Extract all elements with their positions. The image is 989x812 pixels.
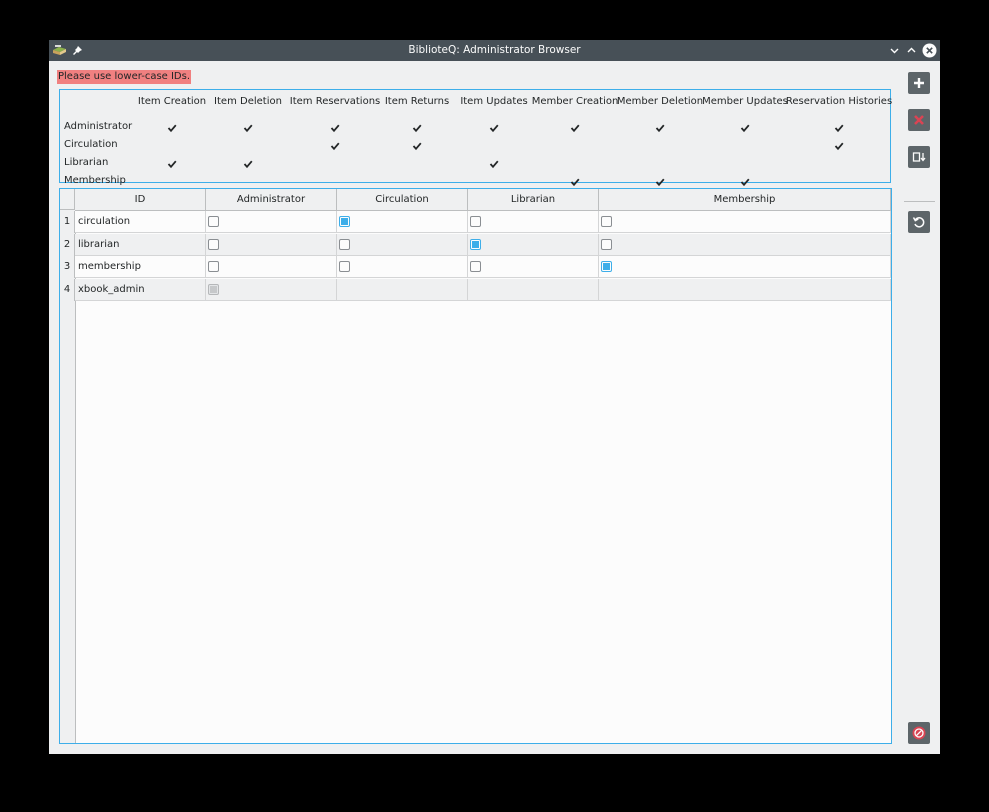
administrators-table[interactable]: ID Administrator Circulation Librarian Membe…: [59, 188, 892, 744]
save-button[interactable]: [908, 146, 930, 168]
column-header-circulation[interactable]: Circulation: [337, 189, 468, 211]
id-cell[interactable]: librarian: [75, 233, 206, 256]
checkmark-icon: [412, 142, 422, 151]
table-row[interactable]: 4 xbook_admin: [60, 278, 891, 301]
table-row[interactable]: 1 circulation: [60, 211, 891, 233]
permission-column-header: Member Deletion: [616, 96, 704, 107]
administrator-checkbox[interactable]: [208, 216, 219, 227]
checkmark-icon: [167, 124, 177, 133]
column-header-membership[interactable]: Membership: [599, 189, 891, 211]
row-number[interactable]: 3: [60, 256, 75, 278]
administrator-cell[interactable]: [206, 278, 337, 301]
cancel-button[interactable]: [908, 722, 930, 744]
circulation-cell[interactable]: [337, 256, 468, 278]
checkmark-icon: [330, 142, 340, 151]
permission-column-header: Item Updates: [460, 96, 528, 107]
librarian-cell[interactable]: [468, 211, 599, 233]
librarian-cell[interactable]: [468, 278, 599, 301]
permission-row-label: Librarian: [64, 157, 109, 168]
id-cell[interactable]: xbook_admin: [75, 278, 206, 301]
librarian-checkbox[interactable]: [470, 216, 481, 227]
chevron-down-icon[interactable]: [887, 43, 902, 58]
circulation-cell[interactable]: [337, 278, 468, 301]
chevron-up-icon[interactable]: [904, 43, 919, 58]
checkmark-icon: [412, 124, 422, 133]
column-header-librarian[interactable]: Librarian: [468, 189, 599, 211]
membership-cell[interactable]: [599, 233, 891, 256]
toolbar-separator: [904, 201, 935, 202]
lowercase-warning-label: Please use lower-case IDs.: [57, 70, 192, 84]
permission-row-label: Administrator: [64, 121, 133, 132]
cancel-icon: [912, 726, 926, 740]
circulation-checkbox[interactable]: [339, 238, 350, 250]
checkmark-icon: [243, 160, 253, 169]
membership-cell[interactable]: [599, 256, 891, 278]
administrator-checkbox[interactable]: [208, 238, 219, 250]
checkmark-icon: [167, 160, 177, 169]
checkmark-icon: [489, 160, 499, 169]
circulation-checkbox[interactable]: [339, 216, 350, 227]
checkmark-icon: [740, 178, 750, 187]
membership-cell[interactable]: [599, 278, 891, 301]
delete-x-icon: [914, 115, 924, 125]
checkmark-icon: [655, 178, 665, 187]
close-icon[interactable]: [922, 43, 937, 58]
add-button[interactable]: [908, 72, 930, 94]
table-row[interactable]: 3 membership: [60, 256, 891, 278]
librarian-cell[interactable]: [468, 256, 599, 278]
librarian-cell[interactable]: [468, 233, 599, 256]
column-header-administrator[interactable]: Administrator: [206, 189, 337, 211]
plus-icon: [914, 78, 924, 88]
row-number[interactable]: 4: [60, 278, 75, 301]
permission-row-label: Circulation: [64, 139, 118, 150]
librarian-checkbox[interactable]: [470, 238, 481, 250]
permission-column-header: Item Reservations: [289, 96, 381, 107]
permissions-legend: Item Creation Item Deletion Item Reservati…: [59, 89, 893, 187]
circulation-checkbox[interactable]: [339, 261, 350, 272]
permission-column-header: Member Updates: [702, 96, 788, 107]
row-number[interactable]: 2: [60, 233, 75, 256]
librarian-checkbox[interactable]: [470, 261, 481, 272]
delete-button[interactable]: [908, 109, 930, 131]
id-cell[interactable]: membership: [75, 256, 206, 278]
checkmark-icon: [834, 124, 844, 133]
circulation-cell[interactable]: [337, 211, 468, 233]
checkmark-icon: [570, 124, 580, 133]
checkmark-icon: [330, 124, 340, 133]
administrator-checkbox[interactable]: [208, 261, 219, 272]
permission-column-header: Item Creation: [137, 96, 207, 107]
circulation-cell[interactable]: [337, 233, 468, 256]
administrator-checkbox: [208, 283, 219, 295]
save-icon: [912, 152, 926, 162]
reload-icon: [912, 217, 925, 228]
reload-button[interactable]: [908, 211, 930, 233]
title-bar[interactable]: BiblioteQ: Administrator Browser: [49, 40, 940, 61]
permission-column-header: Member Creation: [531, 96, 619, 107]
checkmark-icon: [655, 124, 665, 133]
checkmark-icon: [243, 124, 253, 133]
column-header-id[interactable]: ID: [75, 189, 206, 211]
checkmark-icon: [740, 124, 750, 133]
permission-row-label: Membership: [64, 175, 126, 186]
id-cell[interactable]: circulation: [75, 211, 206, 233]
dialog-content: Please use lower-case IDs. Item Creation…: [49, 61, 940, 754]
permission-column-header: Item Returns: [384, 96, 450, 107]
administrator-cell[interactable]: [206, 256, 337, 278]
membership-checkbox[interactable]: [601, 261, 612, 272]
table-corner[interactable]: [60, 189, 75, 210]
administrator-cell[interactable]: [206, 211, 337, 233]
membership-checkbox[interactable]: [601, 238, 612, 250]
admin-browser-window: BiblioteQ: Administrator Browser Please …: [49, 40, 940, 754]
table-row[interactable]: 2 librarian: [60, 233, 891, 256]
checkmark-icon: [570, 178, 580, 187]
permission-column-header: Reservation Histories: [785, 96, 893, 107]
membership-checkbox[interactable]: [601, 216, 612, 227]
row-number[interactable]: 1: [60, 211, 75, 233]
checkmark-icon: [489, 124, 499, 133]
checkmark-icon: [834, 142, 844, 151]
permission-column-header: Item Deletion: [214, 96, 282, 107]
membership-cell[interactable]: [599, 211, 891, 233]
administrator-cell[interactable]: [206, 233, 337, 256]
window-title: BiblioteQ: Administrator Browser: [408, 44, 581, 56]
